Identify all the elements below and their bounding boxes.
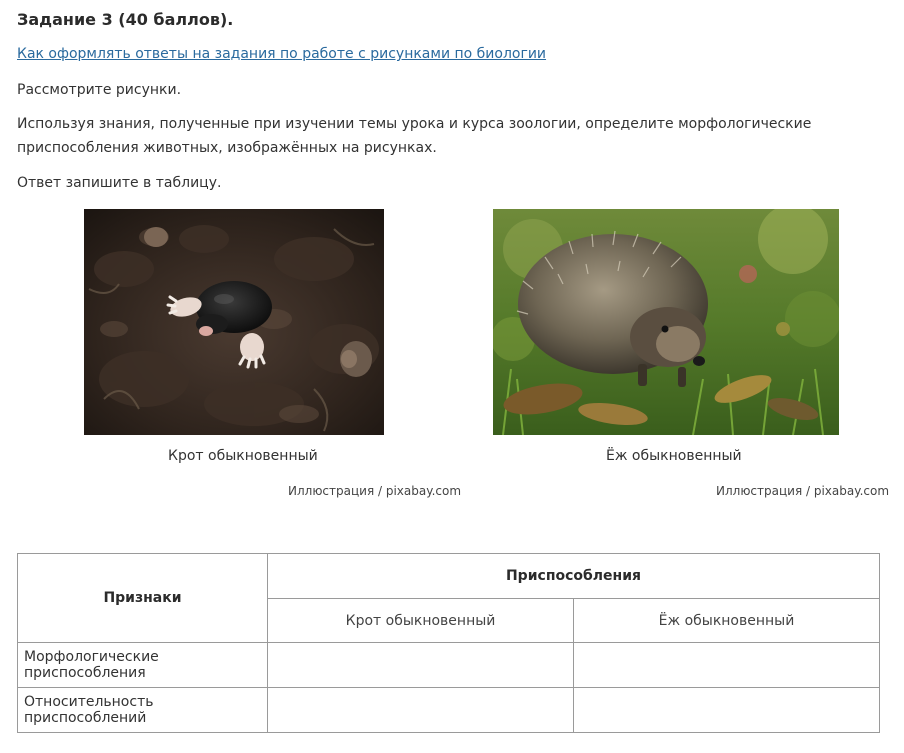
- hedgehog-caption: Ёж обыкновенный: [606, 448, 742, 464]
- row-label-relativity: Относительность приспособлений: [17, 687, 268, 733]
- answer-cell-hedgehog-relativity[interactable]: [573, 687, 880, 733]
- answer-cell-hedgehog-morphological[interactable]: [573, 642, 880, 688]
- mole-column-header: Крот обыкновенный: [267, 598, 574, 643]
- table-row: Относительность приспособлений: [17, 687, 880, 733]
- answer-cell-mole-relativity[interactable]: [267, 687, 574, 733]
- instruction-answer: Ответ запишите в таблицу.: [17, 175, 222, 191]
- table-header-row: Признаки Приспособления: [17, 553, 880, 643]
- mole-credit: Иллюстрация / pixabay.com: [288, 484, 462, 498]
- answer-cell-mole-morphological[interactable]: [267, 642, 574, 688]
- hedgehog-credit: Иллюстрация / pixabay.com: [716, 484, 890, 498]
- instruction-task: Используя знания, полученные при изучени…: [17, 116, 812, 156]
- guide-link[interactable]: Как оформлять ответы на задания по работ…: [17, 46, 546, 62]
- hedgehog-photo: [493, 209, 839, 435]
- features-header: Признаки: [17, 553, 268, 643]
- row-label-morphological: Морфологические приспособления: [17, 642, 268, 688]
- mole-caption: Крот обыкновенный: [168, 448, 318, 464]
- hedgehog-column-header: Ёж обыкновенный: [573, 598, 880, 643]
- instruction-look: Рассмотрите рисунки.: [17, 82, 182, 98]
- adaptations-header: Приспособления: [267, 553, 880, 599]
- answer-table: Признаки Приспособления Крот обыкновенны…: [17, 553, 880, 733]
- task-title: Задание 3 (40 баллов).: [17, 10, 234, 29]
- table-row: Морфологические приспособления: [17, 642, 880, 688]
- mole-photo: [84, 209, 384, 435]
